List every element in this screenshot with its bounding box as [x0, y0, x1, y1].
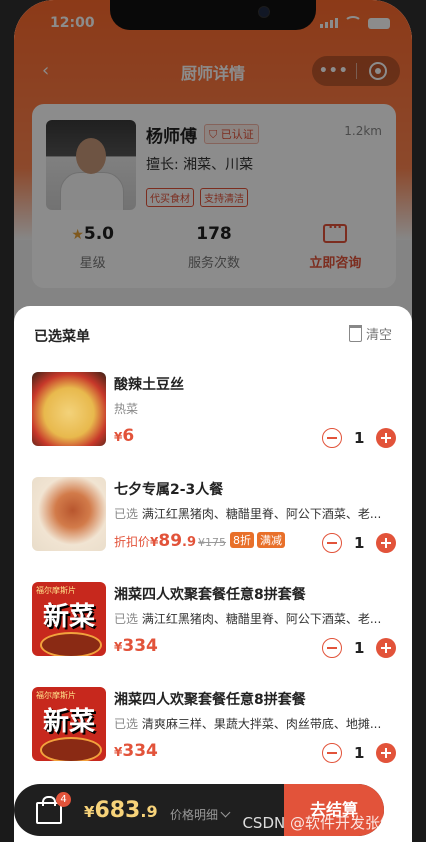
dish-selected: 已选 满江红黑猪肉、糖醋里脊、阿公下酒菜、老... [114, 505, 396, 522]
watermark: CSDN @软件开发张经理 [242, 814, 410, 832]
dish-category: 热菜 [114, 402, 139, 416]
price-value: 6 [122, 426, 135, 446]
trash-icon [348, 325, 362, 342]
cart-count-badge: 4 [56, 792, 71, 807]
price-decimal: .9 [182, 535, 197, 550]
promo-badge: 满减 [257, 532, 286, 548]
selected-dishes: 清爽麻三样、果蔬大拌菜、肉丝带底、地摊... [141, 717, 382, 731]
increase-button[interactable] [376, 743, 396, 763]
price-value: 89 [158, 531, 183, 551]
selected-label: 已选 [114, 717, 139, 731]
discount-badge: 8折 [230, 532, 255, 548]
total-value: 683 [94, 798, 141, 823]
dish-image: 福尔摩斯片 新菜 [32, 687, 106, 761]
dish-price: ¥334 [114, 741, 158, 761]
clear-button[interactable]: 清空 [348, 324, 392, 343]
currency-symbol: ¥ [84, 803, 95, 821]
discount-label: 折扣价 [114, 535, 151, 549]
increase-button[interactable] [376, 428, 396, 448]
dish-name: 湘菜四人欢聚套餐任意8拼套餐 [114, 692, 306, 708]
quantity-stepper: 1 [322, 638, 396, 658]
increase-button[interactable] [376, 638, 396, 658]
chevron-down-icon [220, 807, 231, 818]
dish-name: 七夕专属2-3人餐 [114, 482, 224, 498]
dish-price: ¥6 [114, 426, 134, 446]
dish-image [32, 477, 106, 551]
selected-dishes: 满江红黑猪肉、糖醋里脊、阿公下酒菜、老... [141, 507, 382, 521]
price-value: 334 [122, 636, 158, 656]
decrease-button[interactable] [322, 743, 342, 763]
total-decimal: .9 [140, 802, 158, 821]
dish-selected: 已选 满江红黑猪肉、糖醋里脊、阿公下酒菜、老... [114, 610, 396, 627]
quantity-stepper: 1 [322, 428, 396, 448]
phone-frame: 12:00 ‹ 厨师详情 ••• 杨师傅 ⛉ 已认证 1.2km 擅长: 湘菜、… [0, 0, 426, 842]
cart-total: ¥683.9 [84, 798, 158, 823]
dish-image: 福尔摩斯片 新菜 [32, 582, 106, 656]
selected-dishes: 满江红黑猪肉、糖醋里脊、阿公下酒菜、老... [141, 612, 382, 626]
dish-selected: 已选 清爽麻三样、果蔬大拌菜、肉丝带底、地摊... [114, 715, 396, 732]
decrease-button[interactable] [322, 533, 342, 553]
menu-item: 酸辣土豆丝 热菜 ¥6 1 [32, 372, 396, 452]
price-detail-label: 价格明细 [170, 808, 219, 822]
quantity: 1 [354, 639, 365, 657]
dish-name: 酸辣土豆丝 [114, 377, 184, 393]
sheet-title: 已选菜单 [34, 329, 90, 345]
dish-price: ¥334 [114, 636, 158, 656]
menu-item: 福尔摩斯片 新菜 湘菜四人欢聚套餐任意8拼套餐 已选 清爽麻三样、果蔬大拌菜、肉… [32, 687, 396, 767]
quantity: 1 [354, 744, 365, 762]
dish-image [32, 372, 106, 446]
image-small-text: 福尔摩斯片 [36, 691, 76, 700]
quantity-stepper: 1 [322, 533, 396, 553]
image-big-text: 新菜 [42, 707, 95, 737]
selected-menu-sheet: 已选菜单 清空 酸辣土豆丝 热菜 ¥6 1 七夕专属2-3人餐 已选 满江红黑猪… [14, 306, 412, 842]
quantity: 1 [354, 534, 365, 552]
clear-label: 清空 [365, 328, 392, 343]
price-detail-button[interactable]: 价格明细 [170, 806, 231, 823]
original-price: ¥175 [198, 536, 227, 549]
image-big-text: 新菜 [42, 602, 95, 632]
app-screen: 12:00 ‹ 厨师详情 ••• 杨师傅 ⛉ 已认证 1.2km 擅长: 湘菜、… [14, 0, 412, 842]
decrease-button[interactable] [322, 428, 342, 448]
quantity: 1 [354, 429, 365, 447]
selected-label: 已选 [114, 612, 139, 626]
menu-item: 福尔摩斯片 新菜 湘菜四人欢聚套餐任意8拼套餐 已选 满江红黑猪肉、糖醋里脊、阿… [32, 582, 396, 662]
price-value: 334 [122, 741, 158, 761]
quantity-stepper: 1 [322, 743, 396, 763]
selected-label: 已选 [114, 507, 139, 521]
decrease-button[interactable] [322, 638, 342, 658]
increase-button[interactable] [376, 533, 396, 553]
dish-name: 湘菜四人欢聚套餐任意8拼套餐 [114, 587, 306, 603]
image-small-text: 福尔摩斯片 [36, 586, 76, 595]
dish-price: 折扣价¥89.9 ¥175 8折 满减 [114, 531, 286, 551]
menu-item: 七夕专属2-3人餐 已选 满江红黑猪肉、糖醋里脊、阿公下酒菜、老... 折扣价¥… [32, 477, 396, 557]
